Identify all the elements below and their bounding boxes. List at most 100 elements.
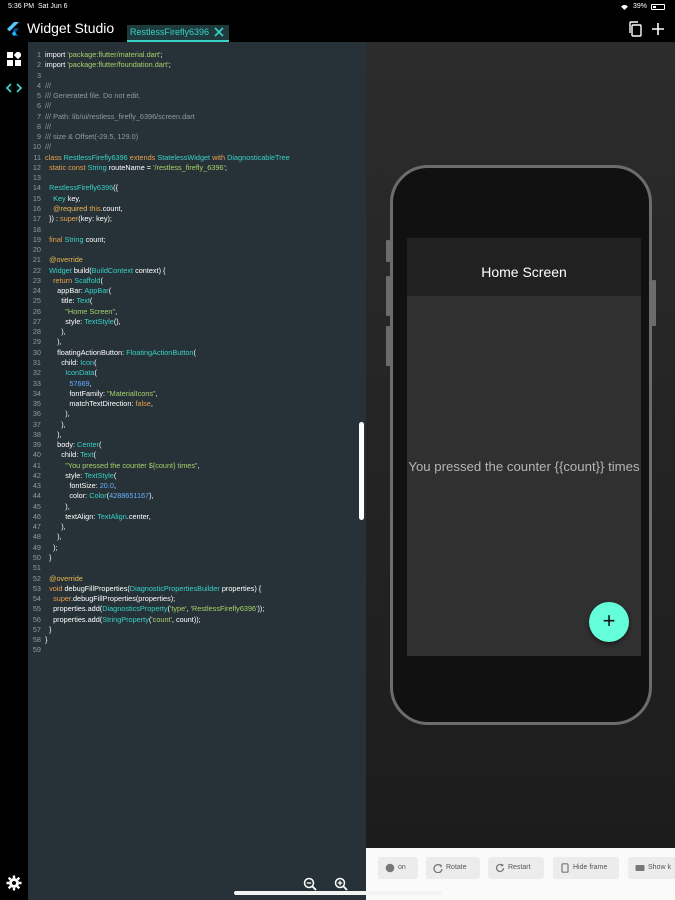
code-token: 57669 bbox=[69, 378, 90, 388]
code-token: Widget bbox=[49, 265, 74, 275]
code-line: 58} bbox=[28, 635, 366, 645]
code-line: 7 /// Path: lib/ui/restless_firefly_6396/… bbox=[28, 112, 366, 122]
code-token: /// size & Offset(-29.5, 129.0) bbox=[45, 132, 139, 142]
code-line: 31 child: Icon( bbox=[28, 358, 366, 368]
code-token: properties) { bbox=[221, 583, 262, 593]
code-token: ), bbox=[45, 522, 66, 532]
code-token: matchTextDirection: bbox=[45, 399, 136, 409]
code-token: Scaffold bbox=[74, 275, 101, 285]
code-line: 39 body: Center( bbox=[28, 440, 366, 450]
code-line: 36 ), bbox=[28, 409, 366, 419]
line-number: 43 bbox=[32, 481, 41, 491]
code-token: IconData bbox=[65, 368, 95, 378]
code-line: 3 bbox=[28, 71, 366, 81]
code-line: 8 /// bbox=[28, 122, 366, 132]
code-token: context) { bbox=[135, 265, 166, 275]
line-number: 30 bbox=[32, 347, 41, 357]
line-number: 46 bbox=[32, 511, 41, 521]
line-number: 21 bbox=[32, 255, 41, 265]
code-line: 55 properties.add(DiagnosticsProperty('t… bbox=[28, 604, 366, 614]
line-number: 32 bbox=[32, 368, 41, 378]
line-number: 40 bbox=[32, 450, 41, 460]
line-number: 41 bbox=[32, 460, 41, 470]
code-token: 'type' bbox=[169, 604, 187, 614]
code-token: false bbox=[135, 399, 151, 409]
code-line: 26 "Home Screen", bbox=[28, 307, 366, 317]
code-line: 25 title: Text( bbox=[28, 296, 366, 306]
battery-percent: 39% bbox=[632, 3, 647, 10]
code-token: /// bbox=[45, 101, 52, 111]
code-token: @override bbox=[49, 255, 83, 265]
code-token: class bbox=[45, 152, 64, 162]
code-token: @required bbox=[53, 203, 90, 213]
code-token: return bbox=[53, 275, 75, 285]
restart-button[interactable]: Restart bbox=[488, 857, 544, 879]
line-number: 11 bbox=[33, 152, 41, 162]
toggle-button[interactable]: on bbox=[378, 857, 418, 879]
code-token: Text bbox=[76, 296, 90, 306]
code-line: 22 Widget build(BuildContext context) { bbox=[28, 266, 366, 276]
wifi-icon bbox=[621, 4, 628, 10]
code-line: 51 bbox=[28, 563, 366, 573]
line-number: 56 bbox=[32, 614, 41, 624]
code-token: ( bbox=[108, 286, 112, 296]
line-number: 59 bbox=[32, 645, 41, 655]
code-token: @override bbox=[49, 573, 83, 583]
rotate-button[interactable]: Rotate bbox=[426, 857, 480, 879]
show-keyboard-button[interactable]: Show k bbox=[628, 857, 675, 879]
code-line: 42 style: TextStyle( bbox=[28, 471, 366, 481]
code-token: child: bbox=[45, 357, 81, 367]
widgets-icon[interactable] bbox=[7, 52, 21, 66]
code-editor[interactable]: 1 import 'package:flutter/material.dart';… bbox=[28, 42, 366, 900]
zoom-in-icon[interactable] bbox=[334, 877, 348, 891]
plus-icon[interactable] bbox=[650, 21, 666, 37]
code-token: ), bbox=[45, 327, 66, 337]
line-number: 45 bbox=[32, 501, 41, 511]
code-line: 38 ), bbox=[28, 430, 366, 440]
line-number: 20 bbox=[32, 245, 41, 255]
code-token: 'RestlessFirefly6396' bbox=[190, 604, 258, 614]
app-bar: Widget Studio RestlessFirefly6396 bbox=[0, 14, 675, 42]
code-line: 47 ), bbox=[28, 522, 366, 532]
pane-divider-handle[interactable] bbox=[359, 422, 364, 520]
zoom-out-icon[interactable] bbox=[303, 877, 317, 891]
code-line: 2 import 'package:flutter/foundation.dart… bbox=[28, 60, 366, 70]
code-line: 19 final String count; bbox=[28, 235, 366, 245]
copy-icon[interactable] bbox=[628, 21, 642, 37]
device-side-button bbox=[386, 276, 390, 316]
code-token: , bbox=[113, 481, 116, 491]
code-token: routeName = bbox=[108, 162, 154, 172]
floating-action-button[interactable]: + bbox=[589, 602, 629, 642]
tab-restless-firefly[interactable]: RestlessFirefly6396 bbox=[127, 25, 230, 42]
line-number: 3 bbox=[36, 70, 41, 80]
code-token: ; bbox=[168, 60, 171, 70]
code-icon[interactable] bbox=[6, 82, 22, 94]
line-number: 22 bbox=[32, 265, 41, 275]
code-line: 5 /// Generated file. Do not edit. bbox=[28, 91, 366, 101]
code-line: 49 ); bbox=[28, 543, 366, 553]
preview-toolbar: on Rotate Restart Hide frame Show k bbox=[366, 848, 675, 888]
code-token: } bbox=[45, 635, 48, 645]
code-token: ), bbox=[45, 409, 70, 419]
code-token: DiagnosticsProperty bbox=[102, 604, 168, 614]
line-number: 27 bbox=[32, 316, 41, 326]
code-token: StatelessWidget bbox=[157, 152, 213, 162]
code-token: (key: key); bbox=[78, 214, 112, 224]
code-token: )); bbox=[257, 604, 265, 614]
code-line: 10 /// bbox=[28, 142, 366, 152]
line-number: 1 bbox=[36, 50, 41, 59]
code-line: 1 import 'package:flutter/material.dart'; bbox=[28, 50, 366, 60]
code-token: } bbox=[45, 553, 52, 563]
gear-icon[interactable] bbox=[6, 875, 22, 891]
device-side-button bbox=[386, 326, 390, 366]
line-number: 44 bbox=[32, 491, 41, 501]
device-frame: Home Screen You pressed the counter {{co… bbox=[386, 165, 656, 725]
hide-frame-button[interactable]: Hide frame bbox=[553, 857, 619, 879]
line-number: 7 bbox=[36, 111, 41, 121]
code-line: 9 /// size & Offset(-29.5, 129.0) bbox=[28, 132, 366, 142]
code-line: 21 @override bbox=[28, 255, 366, 265]
code-token: fontFamily: bbox=[45, 388, 108, 398]
code-line: 48 ), bbox=[28, 532, 366, 542]
close-icon[interactable] bbox=[213, 26, 225, 38]
